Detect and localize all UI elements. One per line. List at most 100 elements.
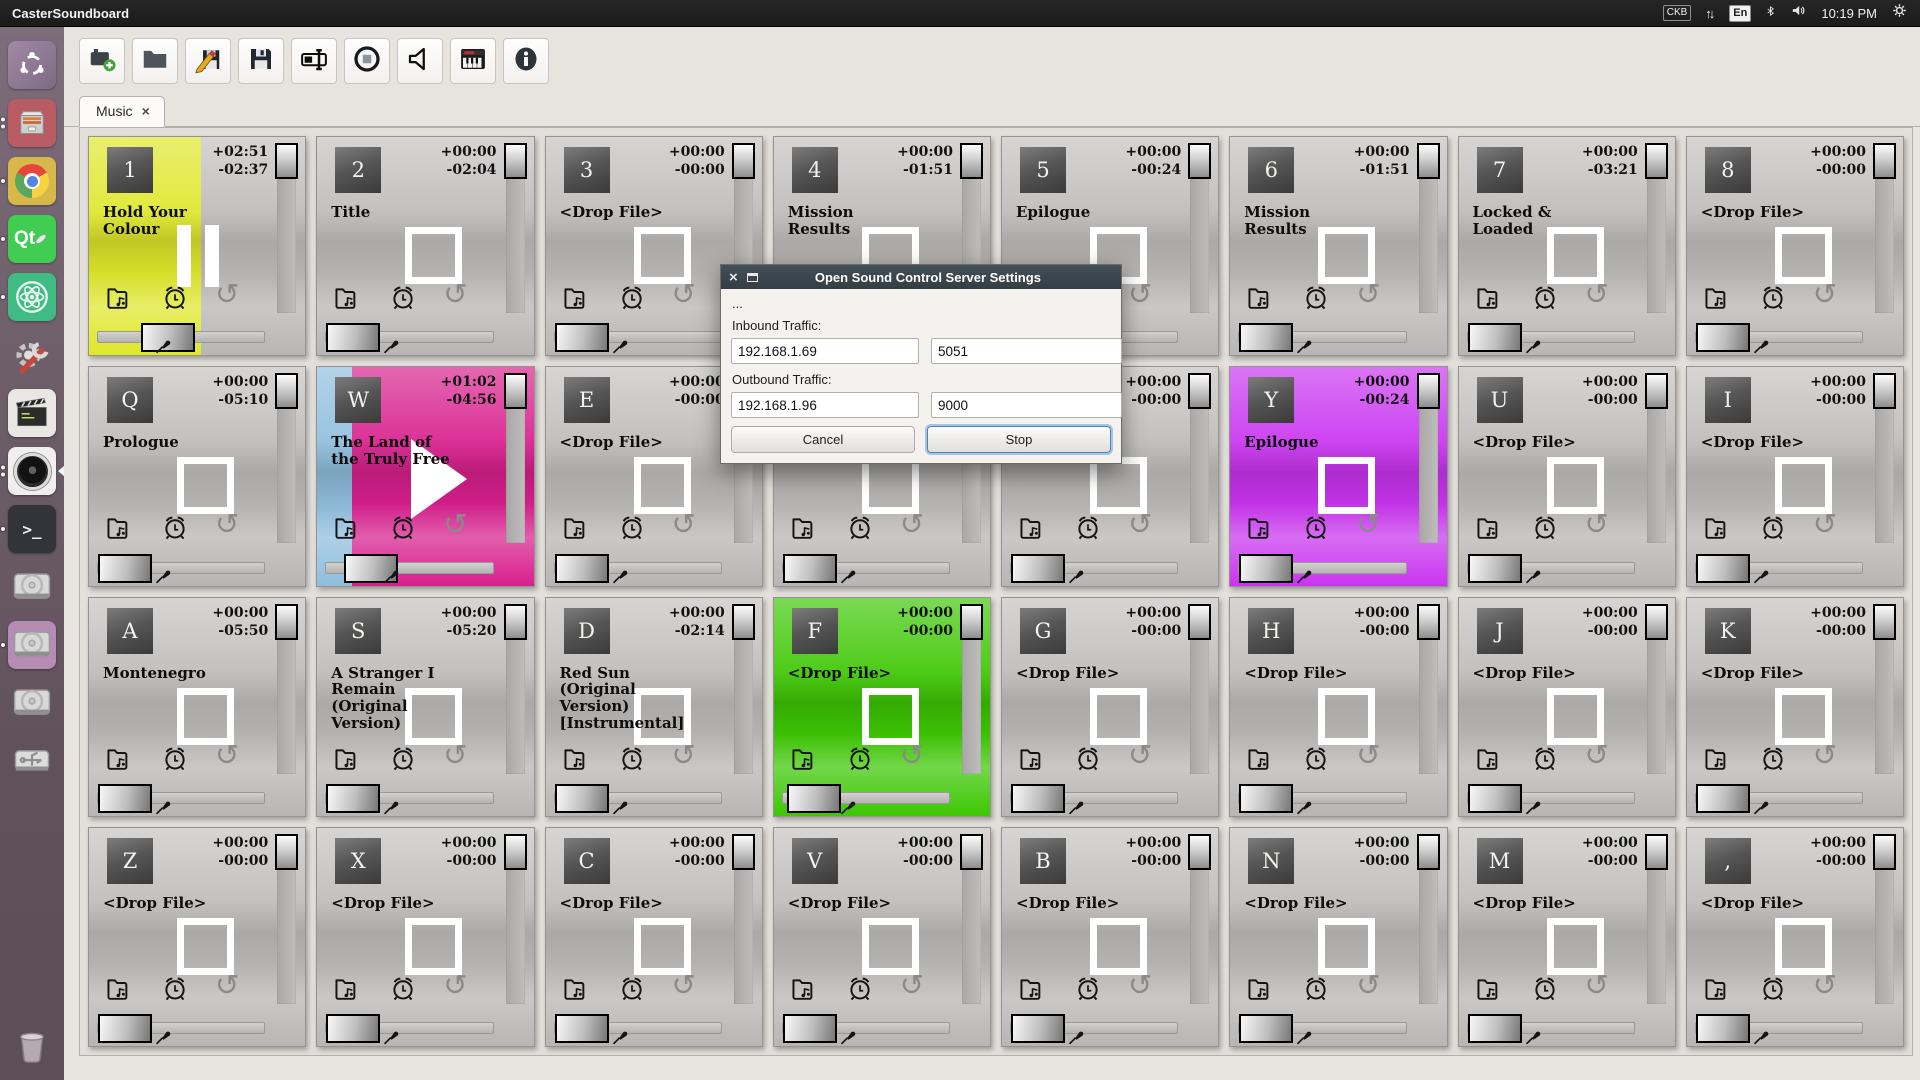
volume-slider[interactable] (734, 834, 753, 1004)
volume-slider-handle[interactable] (732, 834, 755, 870)
sound-tile-F[interactable]: F+00:00-00:00<Drop File>↺ (773, 597, 991, 817)
volume-slider[interactable] (1419, 373, 1438, 543)
loop-icon[interactable]: ↺ (1356, 740, 1380, 770)
open-file-icon[interactable] (333, 744, 363, 774)
volume-slider[interactable] (506, 143, 525, 313)
timer-clock-icon[interactable] (1757, 972, 1789, 1004)
timer-clock-icon[interactable] (387, 742, 419, 774)
sound-tile-K[interactable]: K+00:00-00:00<Drop File>↺ (1686, 597, 1904, 817)
sound-tile-Q[interactable]: Q+00:00-05:10Prologue↺ (88, 366, 306, 586)
seek-slider[interactable] (1010, 1022, 1178, 1034)
seek-slider-handle[interactable] (326, 323, 380, 352)
seek-slider-handle[interactable] (1468, 554, 1522, 583)
loop-icon[interactable]: ↺ (900, 740, 924, 770)
volume-slider-handle[interactable] (504, 834, 527, 870)
launcher-item-hard-disk-1[interactable] (0, 558, 64, 616)
color-picker-icon[interactable] (608, 333, 632, 356)
loop-icon[interactable]: ↺ (1128, 509, 1152, 539)
seek-slider[interactable] (325, 331, 493, 343)
timer-clock-icon[interactable] (616, 972, 648, 1004)
seek-slider[interactable] (97, 1022, 265, 1034)
loop-icon[interactable]: ↺ (1585, 509, 1609, 539)
loop-icon[interactable]: ↺ (1813, 279, 1837, 309)
launcher-item-trash[interactable] (0, 1016, 64, 1074)
loop-icon[interactable]: ↺ (1813, 509, 1837, 539)
volume-slider-handle[interactable] (1417, 373, 1440, 409)
launcher-item-usb-drive[interactable] (0, 732, 64, 790)
seek-slider-handle[interactable] (1468, 784, 1522, 813)
midi-settings-button[interactable] (450, 38, 496, 84)
dialog-shade-icon[interactable] (747, 273, 758, 282)
open-file-icon[interactable] (333, 513, 363, 543)
volume-slider[interactable] (734, 604, 753, 774)
seek-slider[interactable] (1238, 331, 1406, 343)
tab-music[interactable]: Music × (79, 96, 165, 127)
seek-slider[interactable] (97, 792, 265, 804)
sound-tile-S[interactable]: S+00:00-05:20A Stranger I Remain (Origin… (316, 597, 534, 817)
color-picker-icon[interactable] (836, 1024, 860, 1047)
volume-slider-handle[interactable] (275, 834, 298, 870)
volume-slider-handle[interactable] (732, 604, 755, 640)
volume-slider[interactable] (277, 143, 296, 313)
open-file-icon[interactable] (562, 744, 592, 774)
sound-tile-D[interactable]: D+00:00-02:14Red Sun (Original Version) … (545, 597, 763, 817)
seek-slider[interactable] (97, 562, 265, 574)
launcher-item-hard-disk-2[interactable] (0, 616, 64, 674)
volume-slider-handle[interactable] (1417, 834, 1440, 870)
color-picker-icon[interactable] (1064, 563, 1088, 586)
open-file-icon[interactable] (1018, 974, 1048, 1004)
seek-slider-handle[interactable] (1011, 784, 1065, 813)
volume-slider[interactable] (1190, 143, 1209, 313)
volume-slider-handle[interactable] (1188, 604, 1211, 640)
seek-slider[interactable] (782, 792, 950, 804)
volume-slider[interactable] (277, 604, 296, 774)
timer-clock-icon[interactable] (1300, 511, 1332, 543)
save-board-button[interactable] (238, 38, 284, 84)
seek-slider-handle[interactable] (1696, 323, 1750, 352)
seek-slider[interactable] (1238, 562, 1406, 574)
volume-slider[interactable] (1875, 373, 1894, 543)
loop-icon[interactable]: ↺ (215, 970, 239, 1000)
loop-icon[interactable]: ↺ (1356, 279, 1380, 309)
save-board-as-button[interactable] (185, 38, 231, 84)
color-picker-icon[interactable] (608, 563, 632, 586)
open-file-icon[interactable] (1246, 513, 1276, 543)
stop-all-button[interactable] (344, 38, 390, 84)
volume-slider[interactable] (962, 604, 981, 774)
seek-slider-handle[interactable] (555, 323, 609, 352)
volume-slider-handle[interactable] (960, 143, 983, 179)
seek-slider-handle[interactable] (1011, 554, 1065, 583)
open-file-icon[interactable] (1246, 283, 1276, 313)
sound-tile-U[interactable]: U+00:00-00:00<Drop File>↺ (1458, 366, 1676, 586)
seek-slider-handle[interactable] (555, 554, 609, 583)
seek-slider[interactable] (1467, 792, 1635, 804)
seek-slider-handle[interactable] (98, 784, 152, 813)
timer-clock-icon[interactable] (1072, 972, 1104, 1004)
color-picker-icon[interactable] (379, 333, 403, 356)
sound-tile-1[interactable]: 1+02:51-02:37Hold Your Colour↺ (88, 136, 306, 356)
seek-slider-handle[interactable] (1696, 554, 1750, 583)
color-picker-icon[interactable] (608, 794, 632, 817)
loop-icon[interactable]: ↺ (1128, 970, 1152, 1000)
seek-slider[interactable] (325, 562, 493, 574)
timer-clock-icon[interactable] (1072, 511, 1104, 543)
volume-slider[interactable] (1419, 143, 1438, 313)
seek-slider[interactable] (1010, 792, 1178, 804)
volume-slider-handle[interactable] (275, 373, 298, 409)
open-file-icon[interactable] (1703, 513, 1733, 543)
loop-icon[interactable]: ↺ (1356, 509, 1380, 539)
seek-slider[interactable] (1695, 562, 1863, 574)
timer-clock-icon[interactable] (159, 511, 191, 543)
volume-slider[interactable] (1190, 604, 1209, 774)
clock[interactable]: 10:19 PM (1821, 6, 1877, 21)
inbound-port-input[interactable] (931, 338, 1122, 364)
keyboard-layout-indicator[interactable]: En (1729, 5, 1751, 22)
open-board-button[interactable] (132, 38, 178, 84)
seek-slider-handle[interactable] (1239, 1014, 1293, 1043)
rename-tab-button[interactable] (291, 38, 337, 84)
open-file-icon[interactable] (1018, 744, 1048, 774)
seek-slider-handle[interactable] (1239, 784, 1293, 813)
sound-tile-2[interactable]: 2+00:00-02:04Title↺ (316, 136, 534, 356)
timer-clock-icon[interactable] (844, 972, 876, 1004)
dialog-close-icon[interactable]: × (729, 270, 738, 285)
